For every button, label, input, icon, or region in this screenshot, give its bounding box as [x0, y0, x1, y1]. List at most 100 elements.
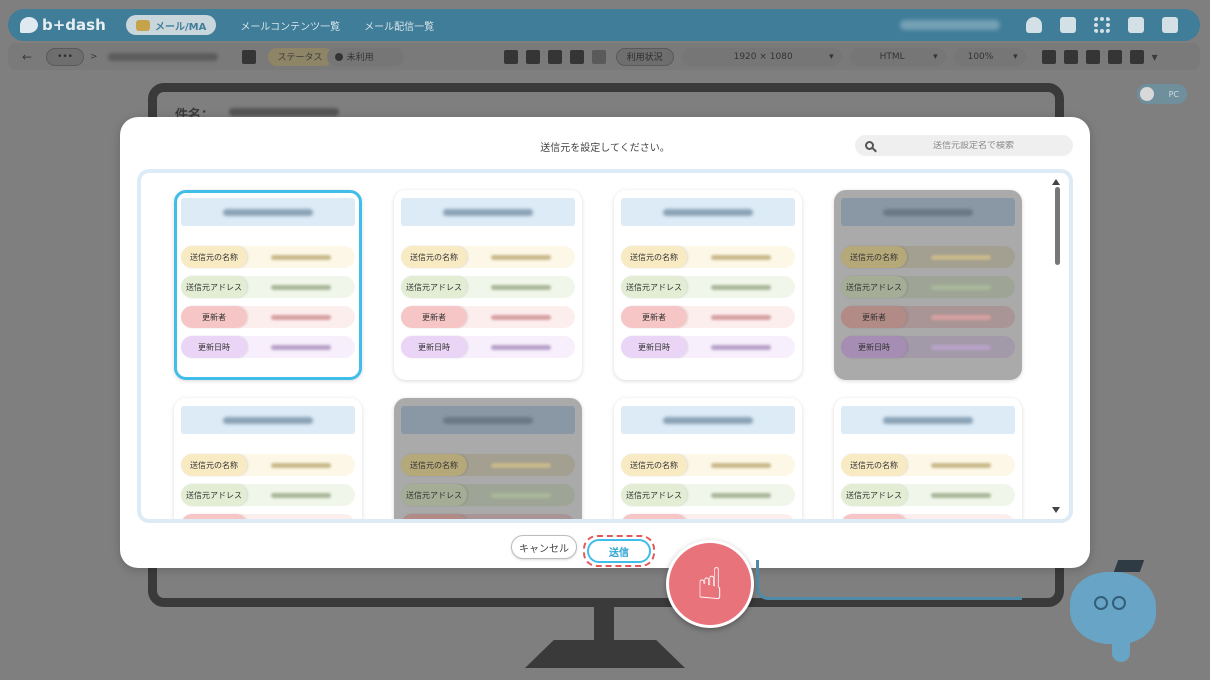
chevron-down-icon: ▾: [1013, 51, 1018, 62]
logo[interactable]: b+dash: [20, 16, 126, 34]
editor-toolbar: ← ••• > ステータス 未利用 利用状況 1920 × 1080 ▾ HTML…: [8, 43, 1200, 70]
card-field-name: 送信元の名称: [401, 246, 575, 268]
more-button[interactable]: •••: [46, 47, 84, 66]
field-label: 送信元の名称: [621, 454, 687, 476]
speech-bubble-line: [756, 560, 1022, 600]
status-label: ステータス: [267, 47, 333, 66]
nav-mail-content-list[interactable]: メールコンテンツ一覧: [240, 18, 340, 33]
copy-icon[interactable]: [525, 49, 540, 64]
mode-switch-button[interactable]: メール/MA: [126, 15, 217, 35]
field-label: 更新日時: [181, 336, 247, 358]
card-field-address: 送信元アドレス: [621, 276, 795, 298]
document-icon[interactable]: [1129, 49, 1144, 64]
bell-icon[interactable]: [1026, 17, 1042, 33]
pencil-icon[interactable]: [241, 49, 256, 64]
field-label: 送信元アドレス: [181, 484, 247, 506]
card-field-name: 送信元の名称: [621, 246, 795, 268]
field-label: 送信元の名称: [181, 454, 247, 476]
trash-icon[interactable]: [547, 49, 562, 64]
card-field-updater: 更新者: [181, 514, 355, 519]
card-field-updated-at: 更新日時: [621, 336, 795, 358]
zoom-select[interactable]: 100% ▾: [953, 47, 1026, 66]
pc-mobile-toggle[interactable]: PC: [1137, 84, 1187, 104]
back-arrow-icon[interactable]: ←: [22, 50, 32, 64]
clipboard-icon[interactable]: [1063, 49, 1078, 64]
card-field-name: 送信元の名称: [621, 454, 795, 476]
status-value-text: 未利用: [346, 53, 374, 63]
field-label: 更新者: [621, 514, 687, 519]
card-field-address: 送信元アドレス: [181, 276, 355, 298]
chevron-down-icon[interactable]: ▾: [1152, 50, 1158, 64]
field-label: 送信元の名称: [401, 246, 467, 268]
status-dot-icon: [334, 52, 343, 61]
monitor-stand-neck: [594, 607, 614, 645]
contact-icon[interactable]: [1085, 49, 1100, 64]
sender-card[interactable]: 送信元の名称 送信元アドレス 更新者: [614, 398, 802, 519]
card-field-updater: 更新者: [401, 514, 575, 519]
html-file-icon[interactable]: [1041, 49, 1056, 64]
card-title-blurred: [621, 406, 795, 434]
card-field-updated-at: 更新日時: [841, 336, 1015, 358]
grid-icon[interactable]: [1094, 17, 1110, 33]
sender-card[interactable]: 送信元の名称 送信元アドレス 更新者 更新日時: [174, 190, 362, 380]
field-label: 送信元アドレス: [621, 484, 687, 506]
zoom-value: 100%: [967, 51, 994, 62]
card-title-blurred: [841, 198, 1015, 226]
archive-icon[interactable]: [569, 49, 584, 64]
mascot-character: [1070, 560, 1156, 644]
logo-icon: [20, 17, 38, 33]
card-field-address: 送信元アドレス: [401, 484, 575, 506]
field-label: 送信元の名称: [841, 454, 907, 476]
sender-card[interactable]: 送信元の名称 送信元アドレス 更新者 更新日時: [394, 190, 582, 380]
card-field-updater: 更新者: [621, 514, 795, 519]
card-field-name: 送信元の名称: [181, 454, 355, 476]
sender-card[interactable]: 送信元の名称 送信元アドレス 更新者: [174, 398, 362, 519]
card-title-blurred: [401, 198, 575, 226]
send-button[interactable]: 送信: [587, 539, 651, 563]
mascot-tail: [1112, 640, 1130, 662]
card-title-blurred: [181, 406, 355, 434]
field-label: 送信元アドレス: [401, 484, 467, 506]
field-label: 送信元の名称: [841, 246, 907, 268]
field-label: 更新日時: [841, 336, 907, 358]
sender-search: [855, 135, 1073, 156]
sender-card[interactable]: 送信元の名称 送信元アドレス 更新者: [834, 398, 1022, 519]
mascot-eye: [1094, 596, 1108, 610]
logout-icon[interactable]: [1162, 17, 1178, 33]
chat-icon[interactable]: [1128, 17, 1144, 33]
format-select[interactable]: HTML ▾: [849, 47, 946, 66]
field-label: 更新者: [621, 306, 687, 328]
resolution-select[interactable]: 1920 × 1080 ▾: [681, 47, 842, 66]
card-field-name: 送信元の名称: [841, 454, 1015, 476]
field-label: 送信元の名称: [181, 246, 247, 268]
scroll-down-arrow-icon[interactable]: [1052, 507, 1060, 513]
send-button-highlight: 送信: [583, 535, 655, 567]
cancel-button[interactable]: キャンセル: [511, 535, 577, 559]
card-field-updater: 更新者: [181, 306, 355, 328]
nav-mail-delivery-list[interactable]: メール配信一覧: [364, 18, 434, 33]
add-icon[interactable]: [591, 49, 606, 64]
card-field-updater: 更新者: [401, 306, 575, 328]
field-label: 更新日時: [401, 336, 467, 358]
edit-icon[interactable]: [503, 49, 518, 64]
mail-ma-icon: [136, 19, 150, 31]
sender-card-disabled: 送信元の名称 送信元アドレス 更新者: [394, 398, 582, 519]
search-icon: [865, 141, 874, 150]
sender-search-input[interactable]: [884, 140, 1063, 151]
sender-card[interactable]: 送信元の名称 送信元アドレス 更新者 更新日時: [614, 190, 802, 380]
send-icon[interactable]: [1107, 49, 1122, 64]
card-field-address: 送信元アドレス: [401, 276, 575, 298]
field-label: 更新者: [841, 306, 907, 328]
chevron-down-icon: ▾: [933, 51, 938, 62]
sender-select-modal: 送信元を設定してください。 送信元の名称 送信元アドレス 更新者 更新日時 送信…: [120, 117, 1090, 568]
wrench-icon[interactable]: [1060, 17, 1076, 33]
graduation-cap-icon: [1113, 560, 1145, 572]
card-field-name: 送信元の名称: [841, 246, 1015, 268]
card-field-address: 送信元アドレス: [841, 276, 1015, 298]
scrollbar-thumb[interactable]: [1055, 187, 1060, 265]
subject-value-blurred: [229, 108, 339, 116]
card-field-name: 送信元の名称: [181, 246, 355, 268]
scroll-up-arrow-icon[interactable]: [1052, 179, 1060, 185]
usage-status-button[interactable]: 利用状況: [615, 47, 674, 66]
pointer-hand-icon: ☝: [666, 540, 754, 628]
